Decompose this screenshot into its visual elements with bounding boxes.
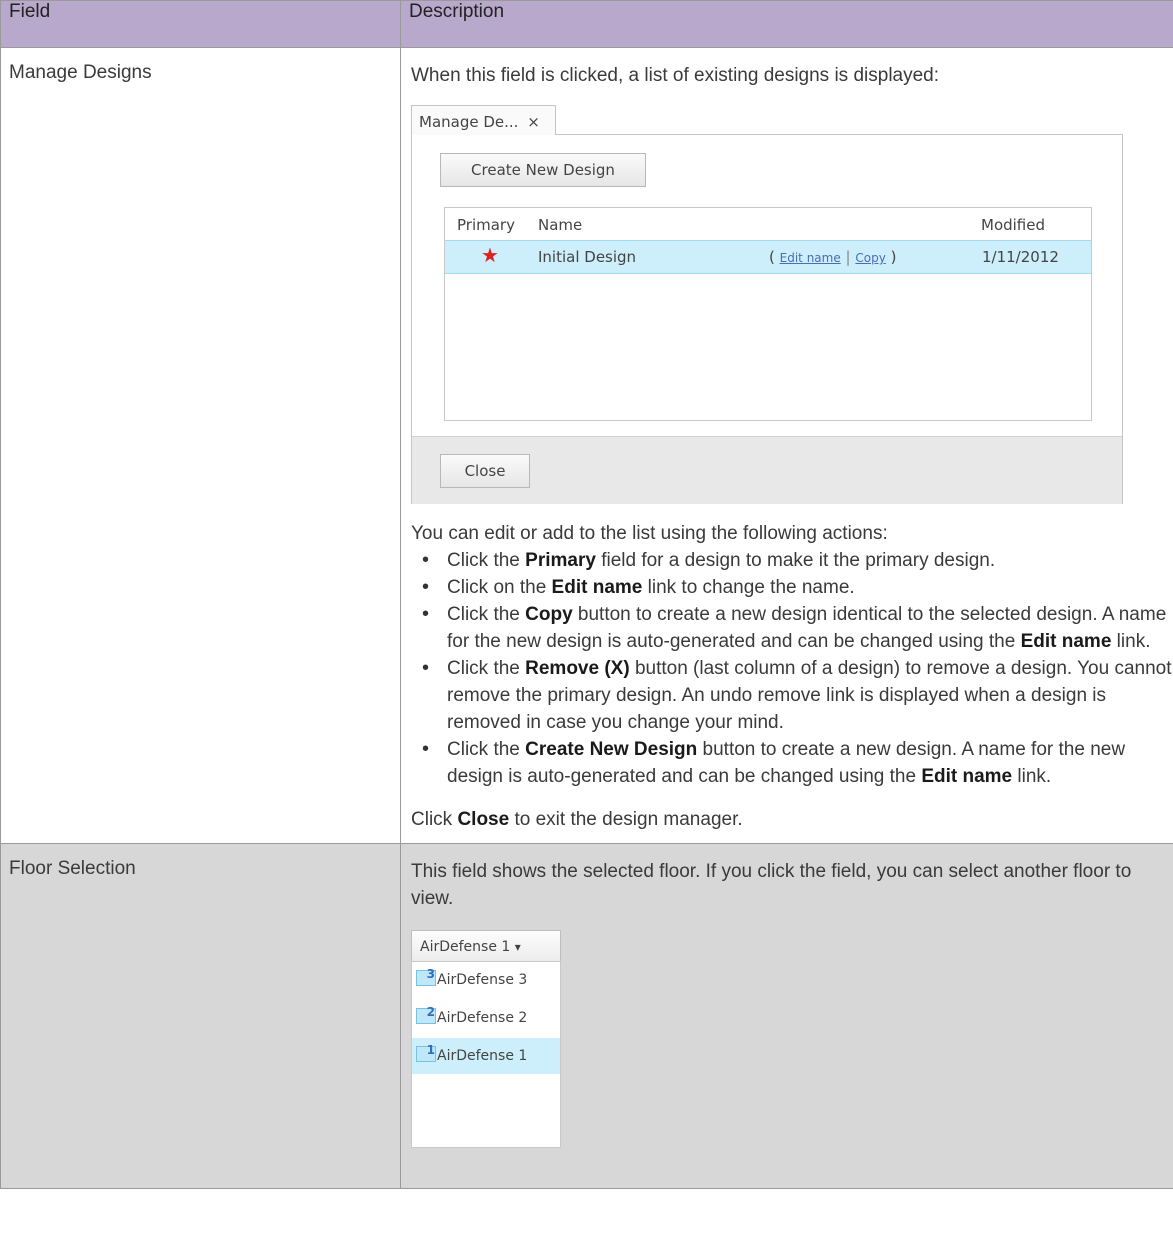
table-header-row: Field Description [0,0,1173,48]
copy-link[interactable]: Copy [855,251,885,265]
floor-option-1[interactable]: 1 AirDefense 1 [412,1038,560,1074]
close-paren: ) [890,248,897,266]
floor-selection-screenshot: AirDefense 1 ▾ 3 AirDefense 3 2 AirDefense… [411,930,561,1148]
list-item: Click on the Edit name link to change th… [422,574,1173,601]
actions-intro: You can edit or add to the list using th… [411,523,888,544]
open-paren: ( [769,248,775,266]
list-item: Click the Remove (X) button (last column… [422,655,1173,736]
description-column-header: Description [400,0,1173,48]
create-new-design-button[interactable]: Create New Design [440,153,646,187]
design-list-header: Primary Name Modified [445,208,1091,240]
list-item: Click the Copy button to create a new de… [422,601,1173,655]
manage-designs-tab[interactable]: Manage De... × [411,105,556,135]
name-column-header: Name [538,216,583,234]
table-row-floor-selection: Floor Selection This field shows the sel… [0,843,1173,1189]
manage-designs-screenshot: Manage De... × Create New Design Primary… [411,105,1123,504]
floor-1-icon: 1 [416,1043,436,1062]
floor-selection-intro: This field shows the selected floor. If … [411,861,1132,909]
edit-name-link[interactable]: Edit name [780,251,841,265]
manage-designs-tab-label: Manage De... [419,113,519,131]
floor-option-label: AirDefense 2 [437,1010,528,1026]
design-modified-date: 1/11/2012 [982,248,1059,266]
manage-designs-panel: Create New Design Primary Name Modified … [411,134,1123,504]
floor-option-label: AirDefense 3 [437,972,528,988]
floor-3-icon: 3 [416,967,436,986]
floor-option-label: AirDefense 1 [437,1048,528,1064]
modified-column-header: Modified [981,216,1046,234]
design-name: Initial Design [538,248,637,266]
design-list: Primary Name Modified ★ Initial Design (… [444,207,1092,421]
floor-option-3[interactable]: 3 AirDefense 3 [412,962,560,998]
chevron-down-icon: ▾ [514,940,521,954]
floor-list: 3 AirDefense 3 2 AirDefense 2 1 AirDefense … [411,961,561,1148]
list-item: Click the Primary field for a design to … [422,547,1173,574]
field-description-table: Field Description Manage Designs When th… [0,0,1173,1189]
manage-designs-intro: When this field is clicked, a list of ex… [411,65,940,86]
floor-2-icon: 2 [416,1005,436,1024]
floor-dropdown-value: AirDefense 1 [420,939,511,955]
manage-designs-footer: Close [412,436,1122,504]
red-star-icon[interactable]: ★ [481,243,499,267]
link-separator: | [845,248,851,266]
closing-instruction: Click Close to exit the design manager. [411,809,743,830]
description-manage-designs: When this field is clicked, a list of ex… [400,47,1173,844]
design-actions: ( Edit name | Copy ) [769,248,896,266]
floor-option-2[interactable]: 2 AirDefense 2 [412,1000,560,1036]
design-row[interactable]: ★ Initial Design ( Edit name | Copy ) 1/… [445,240,1091,274]
floor-dropdown[interactable]: AirDefense 1 ▾ [411,930,561,962]
field-name-manage-designs: Manage Designs [0,47,401,844]
field-name-floor-selection: Floor Selection [0,843,401,1189]
tab-close-icon[interactable]: × [527,113,540,131]
list-item: Click the Create New Design button to cr… [422,736,1173,790]
primary-column-header: Primary [457,216,515,234]
table-row-manage-designs: Manage Designs When this field is clicke… [0,47,1173,844]
description-floor-selection: This field shows the selected floor. If … [400,843,1173,1189]
actions-list: Click the Primary field for a design to … [411,547,1173,790]
close-button[interactable]: Close [440,454,530,488]
field-column-header: Field [0,0,401,48]
